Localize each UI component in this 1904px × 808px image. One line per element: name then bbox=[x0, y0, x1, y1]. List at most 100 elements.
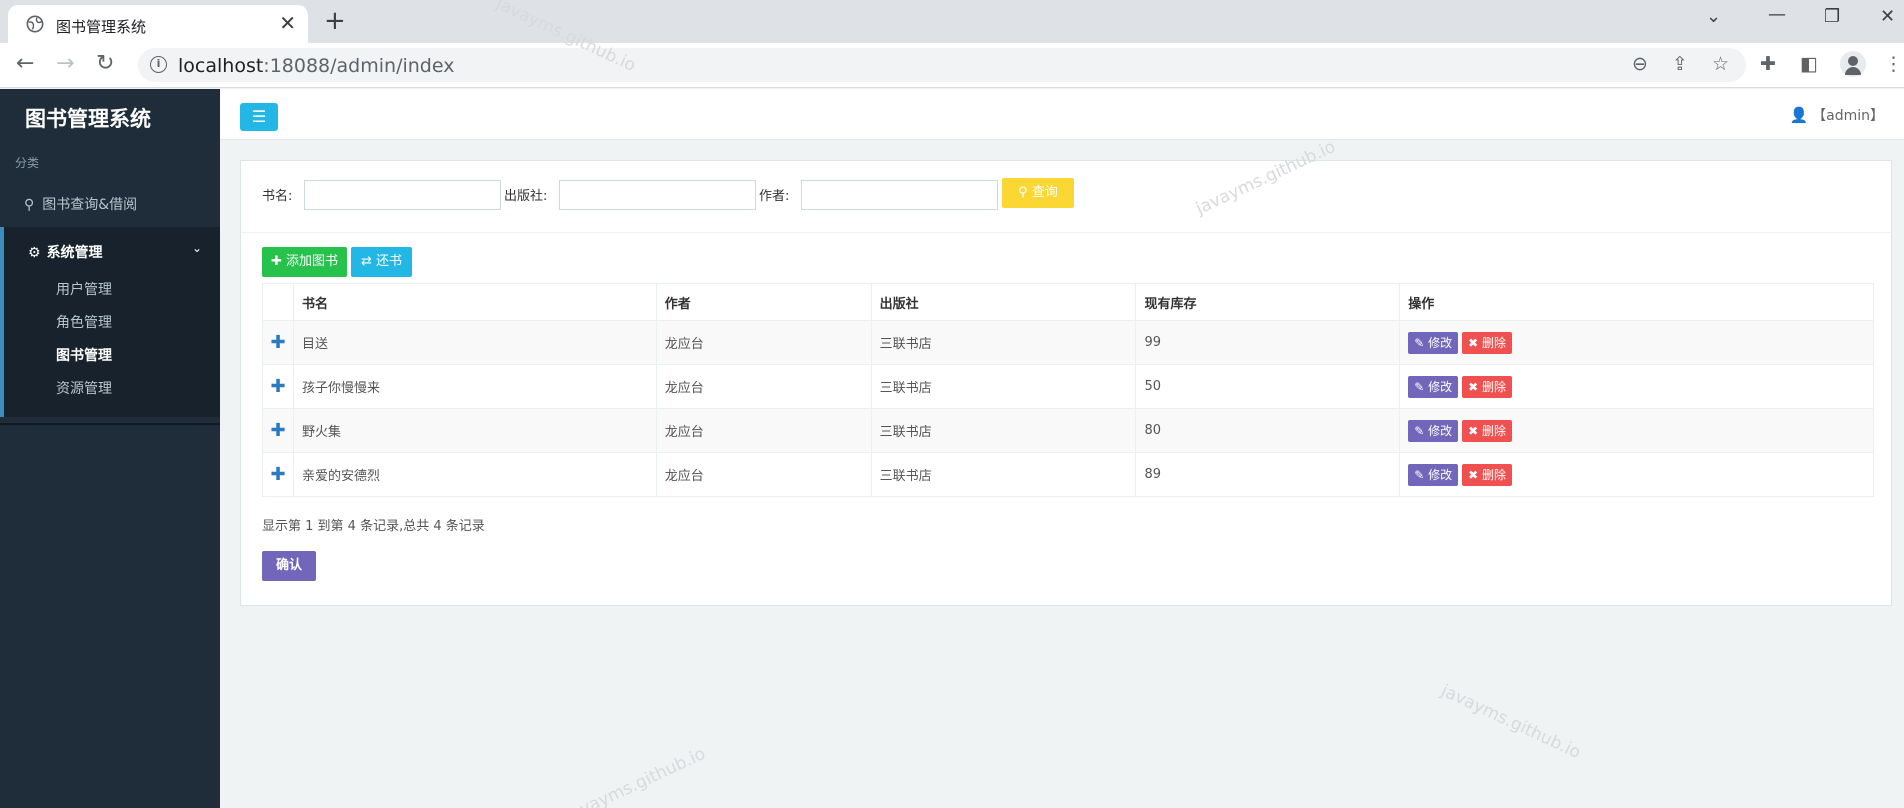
extensions-icon[interactable]: ✚ bbox=[1760, 53, 1776, 75]
cell-book-name: 亲爱的安德烈 bbox=[292, 452, 657, 497]
cell-author: 龙应台 bbox=[655, 364, 872, 409]
tab-title: 图书管理系统 bbox=[56, 18, 147, 36]
expand-row-icon[interactable]: ✚ bbox=[262, 364, 294, 409]
browser-tab-bar: 图书管理系统 ✕ + ⌄ — ❐ ✕ bbox=[0, 0, 1904, 43]
hamburger-icon: ☰ bbox=[251, 107, 267, 126]
delete-icon: ✖ bbox=[1468, 423, 1483, 438]
close-window-icon[interactable]: ✕ bbox=[1880, 6, 1895, 27]
side-panel-icon[interactable]: ◧ bbox=[1800, 53, 1818, 75]
expand-column-header bbox=[262, 283, 294, 321]
book-table: 书名 作者 出版社 现有库存 操作 ✚ 目送 龙应台 三联书店 99 ✎ 修改 ✖… bbox=[262, 283, 1874, 497]
cell-stock: 50 bbox=[1135, 364, 1401, 409]
user-menu[interactable]: 👤 【admin】 bbox=[1789, 105, 1884, 125]
confirm-button[interactable]: 确认 bbox=[262, 551, 316, 581]
edit-icon: ✎ bbox=[1414, 379, 1429, 394]
watermark: javayms.github.io bbox=[1437, 680, 1584, 764]
chevron-down-icon[interactable]: ⌄ bbox=[192, 241, 202, 255]
cell-actions: ✎ 修改 ✖ 删除 bbox=[1399, 320, 1874, 365]
sidebar-item-role-management[interactable]: 角色管理 bbox=[56, 312, 112, 332]
query-button[interactable]: ⚲ 查询 bbox=[1002, 178, 1074, 208]
menu-toggle-button[interactable]: ☰ bbox=[240, 103, 278, 131]
sidebar-group-system: ⚙ 系统管理 ⌄ 用户管理 角色管理 图书管理 资源管理 bbox=[0, 227, 220, 417]
sidebar-divider bbox=[0, 423, 220, 425]
table-header-row: 书名 作者 出版社 现有库存 操作 bbox=[262, 283, 1874, 321]
site-info-icon[interactable]: i bbox=[150, 56, 167, 73]
sidebar-category: 分类 bbox=[15, 156, 40, 170]
sidebar-item-book-management[interactable]: 图书管理 bbox=[56, 345, 112, 365]
url-text: localhost:18088/admin/index bbox=[178, 55, 455, 77]
more-menu-icon[interactable]: ⋮ bbox=[1884, 53, 1903, 75]
forward-icon[interactable]: → bbox=[56, 51, 74, 76]
table-row: ✚ 亲爱的安德烈 龙应台 三联书店 89 ✎ 修改 ✖ 删除 bbox=[262, 452, 1874, 497]
edit-button[interactable]: ✎ 修改 bbox=[1408, 331, 1459, 354]
app-brand: 图书管理系统 bbox=[25, 107, 151, 131]
browser-toolbar: ← → ↻ i localhost:18088/admin/index ⊖ ⇪ … bbox=[0, 43, 1904, 88]
close-tab-icon[interactable]: ✕ bbox=[279, 11, 296, 35]
cell-author: 龙应台 bbox=[655, 408, 872, 453]
new-tab-icon[interactable]: + bbox=[324, 6, 346, 36]
sidebar-item-system-management[interactable]: ⚙ 系统管理 bbox=[28, 242, 103, 262]
book-name-input[interactable] bbox=[304, 180, 501, 210]
sidebar-item-resource-management[interactable]: 资源管理 bbox=[56, 378, 112, 398]
profile-avatar-icon[interactable] bbox=[1840, 51, 1866, 77]
cell-publisher: 三联书店 bbox=[870, 452, 1137, 497]
restore-icon[interactable]: ❐ bbox=[1824, 6, 1840, 27]
delete-icon: ✖ bbox=[1468, 379, 1483, 394]
table-row: ✚ 野火集 龙应台 三联书店 80 ✎ 修改 ✖ 删除 bbox=[262, 408, 1874, 453]
search-icon: ⚲ bbox=[24, 197, 35, 213]
table-row: ✚ 目送 龙应台 三联书店 99 ✎ 修改 ✖ 删除 bbox=[262, 320, 1874, 365]
user-icon: 👤 bbox=[1789, 106, 1809, 124]
expand-row-icon[interactable]: ✚ bbox=[262, 408, 294, 453]
edit-button[interactable]: ✎ 修改 bbox=[1408, 463, 1459, 486]
sidebar: 图书管理系统 分类 ⚲ 图书查询&借阅 ⚙ 系统管理 ⌄ 用户管理 角色管理 图书管… bbox=[0, 89, 220, 808]
expand-row-icon[interactable]: ✚ bbox=[262, 452, 294, 497]
return-book-button[interactable]: ⇄ 还书 bbox=[351, 247, 412, 277]
sidebar-item-book-query[interactable]: ⚲ 图书查询&借阅 bbox=[24, 194, 137, 214]
delete-button[interactable]: ✖ 删除 bbox=[1462, 331, 1513, 354]
table-row: ✚ 孩子你慢慢来 龙应台 三联书店 50 ✎ 修改 ✖ 删除 bbox=[262, 364, 1874, 409]
column-header-author[interactable]: 作者 bbox=[655, 283, 872, 321]
expand-row-icon[interactable]: ✚ bbox=[262, 320, 294, 365]
cell-actions: ✎ 修改 ✖ 删除 bbox=[1399, 408, 1874, 453]
edit-button[interactable]: ✎ 修改 bbox=[1408, 375, 1459, 398]
cell-book-name: 孩子你慢慢来 bbox=[292, 364, 657, 409]
sidebar-item-user-management[interactable]: 用户管理 bbox=[56, 279, 112, 299]
share-icon[interactable]: ⇪ bbox=[1672, 53, 1688, 75]
globe-icon bbox=[26, 15, 44, 33]
column-header-book-name[interactable]: 书名 bbox=[292, 283, 657, 321]
cell-publisher: 三联书店 bbox=[870, 364, 1137, 409]
main-panel: 书名: 出版社: 作者: ⚲ 查询 ✚ 添加图书 ⇄ 还书 书名 作者 出版社 … bbox=[240, 160, 1892, 606]
author-input[interactable] bbox=[801, 180, 998, 210]
cell-stock: 99 bbox=[1135, 320, 1401, 365]
address-bar[interactable]: i localhost:18088/admin/index ⊖ ⇪ ☆ bbox=[138, 48, 1746, 82]
reload-icon[interactable]: ↻ bbox=[96, 51, 114, 76]
delete-icon: ✖ bbox=[1468, 467, 1483, 482]
tab-search-chevron-icon[interactable]: ⌄ bbox=[1706, 6, 1721, 27]
zoom-icon[interactable]: ⊖ bbox=[1632, 53, 1648, 75]
edit-icon: ✎ bbox=[1414, 423, 1429, 438]
search-form: 书名: 出版社: 作者: ⚲ 查询 bbox=[241, 161, 1891, 233]
minimize-icon[interactable]: — bbox=[1768, 4, 1786, 25]
publisher-label: 出版社: bbox=[504, 189, 548, 204]
bookmark-star-icon[interactable]: ☆ bbox=[1712, 53, 1729, 75]
cell-author: 龙应台 bbox=[655, 320, 872, 365]
gear-icon: ⚙ bbox=[28, 245, 41, 261]
publisher-input[interactable] bbox=[559, 180, 756, 210]
delete-button[interactable]: ✖ 删除 bbox=[1462, 463, 1513, 486]
watermark: javayms.github.io bbox=[562, 743, 709, 808]
cell-book-name: 野火集 bbox=[292, 408, 657, 453]
cell-book-name: 目送 bbox=[292, 320, 657, 365]
book-name-label: 书名: bbox=[262, 189, 293, 204]
column-header-publisher[interactable]: 出版社 bbox=[870, 283, 1137, 321]
edit-icon: ✎ bbox=[1414, 467, 1429, 482]
delete-button[interactable]: ✖ 删除 bbox=[1462, 419, 1513, 442]
delete-button[interactable]: ✖ 删除 bbox=[1462, 375, 1513, 398]
browser-tab[interactable]: 图书管理系统 ✕ bbox=[8, 5, 308, 43]
cell-actions: ✎ 修改 ✖ 删除 bbox=[1399, 452, 1874, 497]
delete-icon: ✖ bbox=[1468, 335, 1483, 350]
add-book-button[interactable]: ✚ 添加图书 bbox=[262, 247, 347, 277]
edit-button[interactable]: ✎ 修改 bbox=[1408, 419, 1459, 442]
cell-actions: ✎ 修改 ✖ 删除 bbox=[1399, 364, 1874, 409]
column-header-stock[interactable]: 现有库存 bbox=[1135, 283, 1401, 321]
back-icon[interactable]: ← bbox=[16, 51, 34, 76]
